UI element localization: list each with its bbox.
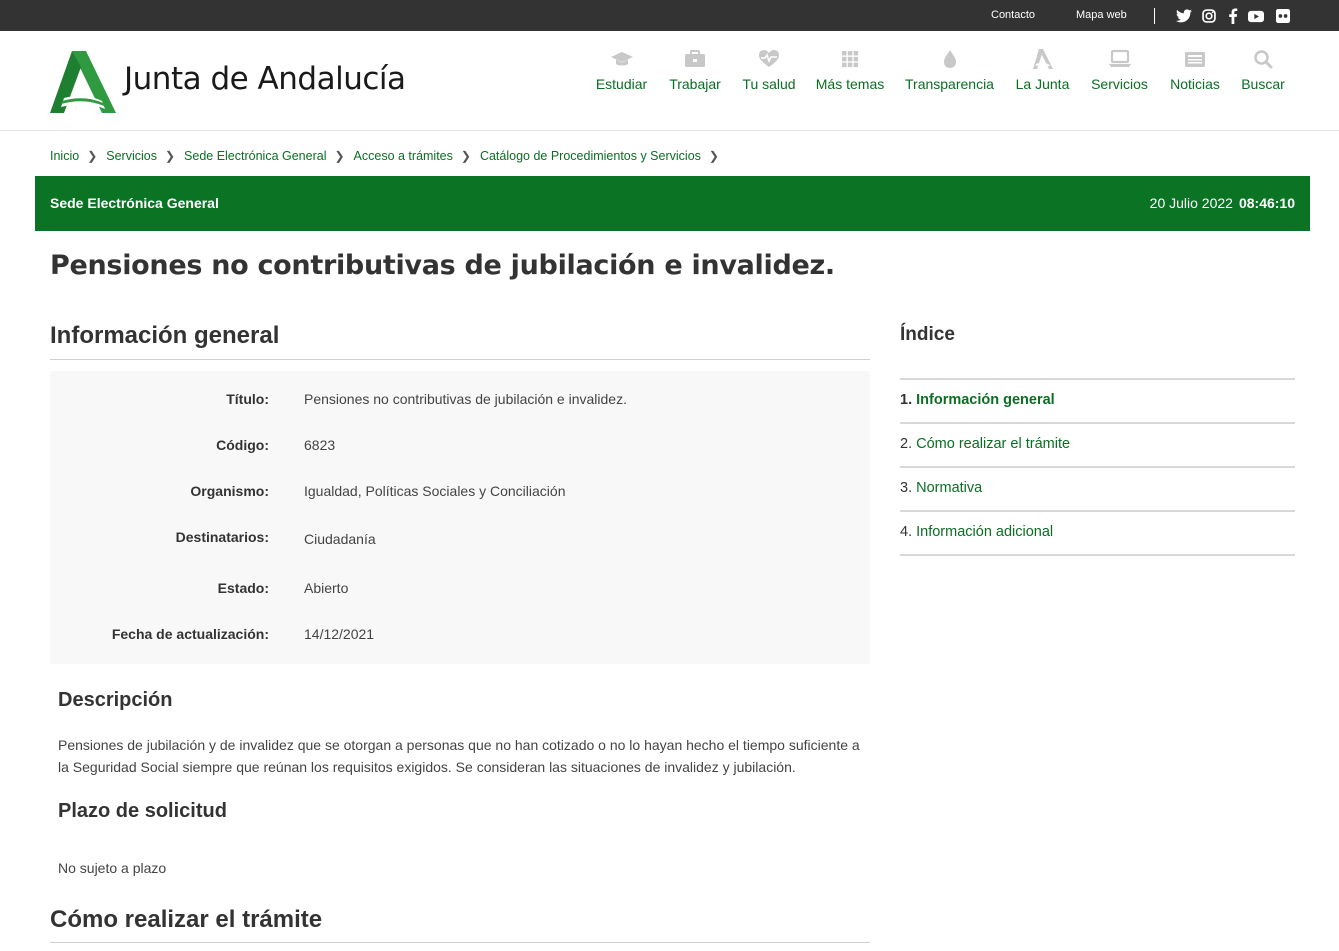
current-time: 08:46:10	[1238, 195, 1295, 211]
breadcrumb-item-servicios[interactable]: Servicios	[106, 149, 157, 163]
nav-transparencia[interactable]: Transparencia	[903, 49, 996, 92]
sede-title[interactable]: Sede Electrónica General	[50, 195, 219, 211]
index-list: 1. Información general 2. Cómo realizar …	[900, 378, 1295, 556]
index-link[interactable]: Normativa	[916, 480, 982, 496]
info-table: Título: Pensiones no contributivas de ju…	[50, 371, 870, 664]
page-title: Pensiones no contributivas de jubilación…	[50, 250, 835, 281]
nav-mas-temas[interactable]: Más temas	[815, 49, 885, 92]
index-number: 3.	[900, 480, 913, 496]
index-link[interactable]: Cómo realizar el trámite	[916, 436, 1070, 452]
chevron-right-icon: ❯	[460, 149, 471, 163]
info-label: Código:	[216, 437, 269, 453]
nav-buscar[interactable]: Buscar	[1240, 49, 1286, 92]
nav-label: La Junta	[1015, 76, 1070, 92]
nav-label: Más temas	[815, 76, 885, 92]
info-label: Título:	[226, 391, 269, 407]
nav-label: Transparencia	[905, 76, 994, 92]
index-item-how[interactable]: 2. Cómo realizar el trámite	[900, 424, 1295, 468]
info-row-fecha: Fecha de actualización: 14/12/2021	[50, 626, 870, 646]
search-icon	[1254, 50, 1273, 69]
nav-label: Servicios	[1091, 76, 1148, 92]
info-label: Destinatarios:	[175, 529, 269, 545]
info-row-destinatarios: Destinatarios: Ciudadanía	[50, 529, 870, 549]
current-date: 20 Julio 2022	[1149, 195, 1233, 211]
info-value: Igualdad, Políticas Sociales y Conciliac…	[304, 483, 566, 499]
breadcrumb-item-sede[interactable]: Sede Electrónica General	[184, 149, 326, 163]
nav-label: Noticias	[1170, 76, 1220, 92]
chevron-right-icon: ❯	[708, 149, 719, 163]
info-value: 6823	[304, 437, 336, 453]
info-row-organismo: Organismo: Igualdad, Políticas Sociales …	[50, 483, 870, 503]
sitemap-link[interactable]: Mapa web	[1076, 9, 1127, 21]
graduation-cap-icon	[610, 52, 633, 66]
info-value: Abierto	[304, 580, 349, 596]
chevron-right-icon: ❯	[334, 149, 345, 163]
nav-label: Trabajar	[669, 76, 721, 92]
briefcase-icon	[685, 50, 705, 67]
description-text: Pensiones de jubilación y de invalidez q…	[58, 737, 860, 775]
info-row-titulo: Título: Pensiones no contributivas de ju…	[50, 391, 870, 411]
logo-text[interactable]: Junta de Andalucía	[124, 61, 406, 97]
index-link[interactable]: Información adicional	[916, 524, 1053, 540]
index-item-normativa[interactable]: 3. Normativa	[900, 468, 1295, 512]
info-label: Fecha de actualización:	[111, 626, 269, 642]
site-header: Junta de Andalucía Estudiar Trabajar Tu …	[0, 31, 1339, 131]
drop-icon	[943, 50, 956, 68]
sede-banner: Sede Electrónica General 20 Julio 2022 08…	[35, 176, 1310, 231]
laptop-icon	[1108, 49, 1131, 67]
nav-tu-salud[interactable]: Tu salud	[741, 49, 797, 92]
section-heading-general: Información general	[50, 322, 280, 349]
section-divider	[50, 942, 870, 943]
nav-label: Tu salud	[742, 76, 796, 92]
index-item-general[interactable]: 1. Información general	[900, 380, 1295, 424]
deadline-heading: Plazo de solicitud	[58, 800, 227, 822]
section-heading-how: Cómo realizar el trámite	[50, 906, 323, 933]
topbar-divider	[1154, 8, 1155, 24]
info-value: Pensiones no contributivas de jubilación…	[304, 391, 627, 407]
youtube-icon[interactable]	[1248, 8, 1264, 24]
date-time: 20 Julio 2022 08:46:10	[1150, 195, 1295, 211]
breadcrumb-item-catalogo[interactable]: Catálogo de Procedimientos y Servicios	[480, 149, 701, 163]
info-label: Estado:	[217, 580, 269, 596]
index-number: 4.	[900, 524, 913, 540]
description-heading: Descripción	[58, 689, 173, 711]
deadline-text: No sujeto a plazo	[58, 860, 167, 876]
twitter-icon[interactable]	[1176, 8, 1192, 24]
index-link[interactable]: Información general	[916, 392, 1055, 408]
flickr-icon[interactable]	[1275, 8, 1291, 24]
instagram-icon[interactable]	[1201, 8, 1217, 24]
section-divider	[50, 359, 870, 360]
junta-logo-icon[interactable]	[50, 51, 116, 113]
nav-la-junta[interactable]: La Junta	[1014, 49, 1071, 92]
top-bar: Contacto Mapa web	[0, 0, 1339, 31]
breadcrumb-item-inicio[interactable]: Inicio	[50, 149, 79, 163]
info-row-estado: Estado: Abierto	[50, 580, 870, 600]
index-number: 1.	[900, 392, 913, 408]
contact-link[interactable]: Contacto	[991, 9, 1035, 21]
nav-label: Buscar	[1241, 76, 1285, 92]
breadcrumb-item-acceso[interactable]: Acceso a trámites	[354, 149, 453, 163]
index-title: Índice	[900, 324, 955, 345]
facebook-icon[interactable]	[1225, 8, 1241, 24]
grid-icon	[842, 51, 859, 68]
chevron-right-icon: ❯	[87, 149, 98, 163]
index-item-adicional[interactable]: 4. Información adicional	[900, 512, 1295, 556]
nav-trabajar[interactable]: Trabajar	[667, 49, 723, 92]
breadcrumb: Inicio ❯ Servicios ❯ Sede Electrónica Genera…	[50, 149, 728, 165]
heart-pulse-icon	[759, 50, 779, 67]
nav-label: Estudiar	[595, 76, 648, 92]
nav-noticias[interactable]: Noticias	[1168, 49, 1222, 92]
info-value: 14/12/2021	[304, 626, 375, 642]
info-label: Organismo:	[190, 483, 269, 499]
nav-estudiar[interactable]: Estudiar	[594, 49, 649, 92]
info-row-codigo: Código: 6823	[50, 437, 870, 457]
index-number: 2.	[900, 436, 913, 452]
junta-logo-icon	[1032, 49, 1053, 69]
chevron-right-icon: ❯	[164, 149, 176, 163]
info-value: Ciudadanía	[304, 531, 376, 547]
nav-servicios[interactable]: Servicios	[1089, 49, 1150, 92]
newspaper-icon	[1185, 52, 1205, 67]
